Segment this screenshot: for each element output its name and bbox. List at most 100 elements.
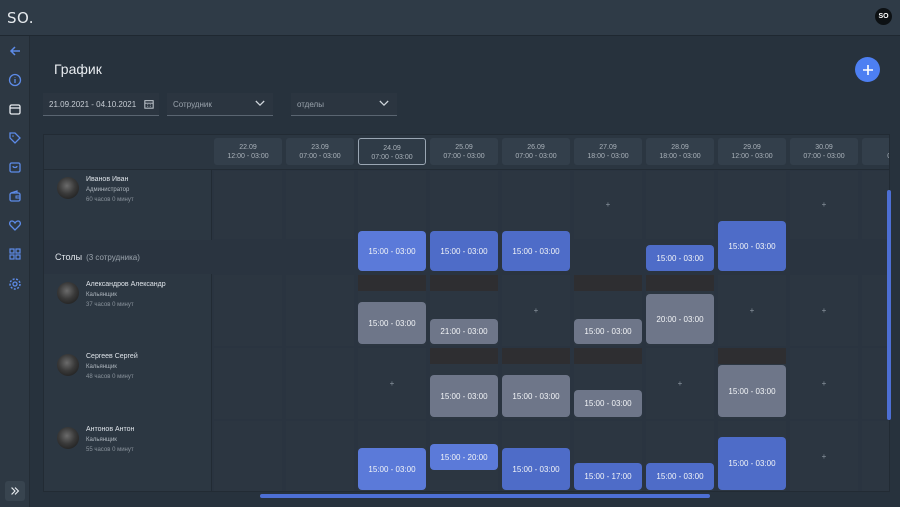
day-header[interactable]: 30.09 07:00 - 03:00 [790, 138, 858, 165]
page-title: График [54, 61, 102, 77]
day-hours: 07:00 - 03:00 [803, 153, 845, 160]
schedule-cell[interactable] [862, 275, 889, 346]
day-header[interactable]: 29.09 12:00 - 03:00 [718, 138, 786, 165]
shift-block[interactable]: 15:00 - 03:00 [718, 437, 786, 490]
avatar [57, 354, 79, 376]
schedule-cell[interactable] [502, 171, 570, 239]
employee-role: Кальянщик [86, 437, 117, 443]
expand-sidebar-button[interactable] [5, 481, 25, 501]
schedule-cell[interactable] [430, 171, 498, 239]
day-header[interactable]: 26.09 07:00 - 03:00 [502, 138, 570, 165]
unavailable-band [574, 275, 642, 291]
day-date: 29.09 [743, 144, 761, 151]
schedule-cell[interactable] [214, 348, 282, 419]
shift-block[interactable]: 15:00 - 03:00 [646, 463, 714, 490]
day-date: 23.09 [311, 144, 329, 151]
avatar [57, 282, 79, 304]
shift-block[interactable]: 15:00 - 03:00 [358, 302, 426, 344]
employee-select[interactable]: Сотрудник [167, 93, 273, 116]
schedule-cell[interactable] [862, 421, 889, 491]
employee-role: Кальянщик [86, 364, 117, 370]
shift-block[interactable]: 15:00 - 03:00 [718, 365, 786, 417]
shift-block[interactable]: 15:00 - 03:00 [718, 221, 786, 271]
day-header[interactable]: 28.09 18:00 - 03:00 [646, 138, 714, 165]
schedule-cell[interactable] [862, 348, 889, 419]
schedule-cell[interactable] [358, 171, 426, 239]
horizontal-scrollbar[interactable] [260, 494, 710, 498]
schedule-cell[interactable] [286, 421, 354, 491]
day-hours: 07:00 - 03:00 [371, 154, 413, 161]
employee-role: Администратор [86, 187, 130, 193]
user-avatar[interactable]: SO [875, 8, 892, 25]
day-header[interactable]: 22.09 12:00 - 03:00 [214, 138, 282, 165]
shift-block[interactable]: 15:00 - 03:00 [574, 319, 642, 344]
schedule-cell[interactable] [646, 171, 714, 239]
back-arrow-icon[interactable] [7, 43, 23, 59]
add-shift-plus[interactable]: + [646, 379, 714, 388]
shift-block[interactable]: 15:00 - 03:00 [574, 390, 642, 417]
employee-row[interactable]: Сергеев Сергей Кальянщик 48 часов 0 мину… [44, 347, 212, 420]
heart-icon[interactable] [7, 217, 23, 233]
unavailable-band [574, 348, 642, 364]
add-shift-plus[interactable]: + [502, 306, 570, 315]
shift-block[interactable]: 15:00 - 03:00 [430, 375, 498, 417]
unavailable-band [718, 348, 786, 364]
unavailable-band [502, 348, 570, 364]
add-shift-plus[interactable]: + [790, 306, 858, 315]
add-shift-plus[interactable]: + [790, 452, 858, 461]
date-range-field[interactable]: 21.09.2021 - 04.10.2021 [43, 93, 159, 116]
shift-block[interactable]: 15:00 - 03:00 [502, 375, 570, 417]
calendar-icon[interactable] [7, 101, 23, 117]
vertical-scrollbar[interactable] [887, 190, 891, 420]
schedule-cell[interactable] [286, 171, 354, 239]
date-range-value: 21.09.2021 - 04.10.2021 [49, 99, 137, 109]
schedule-cell[interactable] [214, 275, 282, 346]
schedule-cell[interactable] [214, 171, 282, 239]
add-shift-plus[interactable]: + [358, 379, 426, 388]
day-header[interactable]: 007:00 [862, 138, 889, 165]
shift-block[interactable]: 15:00 - 03:00 [358, 231, 426, 271]
employee-hours: 60 часов 0 минут [86, 197, 134, 203]
add-shift-plus[interactable]: + [574, 200, 642, 209]
department-select[interactable]: отделы [291, 93, 397, 116]
plus-icon [862, 64, 873, 75]
shift-block[interactable]: 15:00 - 03:00 [358, 448, 426, 490]
day-header[interactable]: 24.09 07:00 - 03:00 [358, 138, 426, 165]
add-shift-button[interactable] [855, 57, 880, 82]
day-header[interactable]: 27.09 18:00 - 03:00 [574, 138, 642, 165]
shopping-bag-icon[interactable] [7, 159, 23, 175]
day-date: 28.09 [671, 144, 689, 151]
schedule-cell[interactable] [862, 171, 889, 239]
shift-block[interactable]: 15:00 - 03:00 [502, 231, 570, 271]
shift-block[interactable]: 21:00 - 03:00 [430, 319, 498, 344]
add-shift-plus[interactable]: + [790, 379, 858, 388]
group-name: Столы [55, 252, 83, 262]
tag-icon[interactable] [7, 130, 23, 146]
shift-block[interactable]: 15:00 - 03:00 [430, 231, 498, 271]
schedule-cell[interactable] [286, 275, 354, 346]
shift-block[interactable]: 15:00 - 20:00 [430, 444, 498, 470]
app-logo[interactable]: SO. [7, 9, 34, 27]
day-header-row: 22.09 12:00 - 03:00 23.09 07:00 - 03:00 24.0… [44, 135, 889, 170]
day-date: 22.09 [239, 144, 257, 151]
wallet-icon[interactable] [7, 188, 23, 204]
shift-block[interactable]: 15:00 - 03:00 [646, 245, 714, 271]
schedule-cell[interactable] [286, 348, 354, 419]
shift-block[interactable]: 15:00 - 17:00 [574, 463, 642, 490]
employee-row[interactable]: Александров Александр Кальянщик 37 часов… [44, 274, 212, 347]
add-shift-plus[interactable]: + [790, 200, 858, 209]
day-date: 30.09 [815, 144, 833, 151]
day-header[interactable]: 23.09 07:00 - 03:00 [286, 138, 354, 165]
grid-icon[interactable] [7, 246, 23, 262]
day-header[interactable]: 25.09 07:00 - 03:00 [430, 138, 498, 165]
shift-block[interactable]: 15:00 - 03:00 [502, 448, 570, 490]
schedule-cell[interactable] [214, 421, 282, 491]
gear-icon[interactable] [7, 276, 23, 292]
employee-row-manager[interactable]: Иванов Иван Администратор 60 часов 0 мин… [44, 170, 212, 240]
add-shift-plus[interactable]: + [718, 306, 786, 315]
shift-block[interactable]: 20:00 - 03:00 [646, 294, 714, 344]
day-hours: 07:00 - 03:00 [299, 153, 341, 160]
employee-row[interactable]: Антонов Антон Кальянщик 55 часов 0 минут [44, 420, 212, 491]
employee-hours: 55 часов 0 минут [86, 447, 134, 453]
info-icon[interactable] [7, 72, 23, 88]
